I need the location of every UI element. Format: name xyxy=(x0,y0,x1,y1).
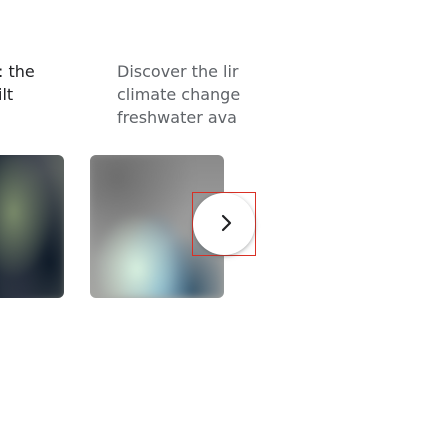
right-card-title-line-2: climate change xyxy=(117,85,241,104)
left-card-image-fill xyxy=(0,155,64,298)
right-card-title-line-3: freshwater ava xyxy=(117,108,237,127)
left-card-title-line-1: : the xyxy=(0,62,35,81)
carousel-next-button[interactable] xyxy=(192,192,256,256)
right-card-title[interactable]: Discover the lir climate change freshwat… xyxy=(117,60,277,129)
right-card-title-line-1: Discover the lir xyxy=(117,62,239,81)
page: : the ilt Discover the lir climate chang… xyxy=(0,0,448,448)
chevron-right-icon xyxy=(221,214,232,232)
left-card-image[interactable] xyxy=(0,155,64,298)
left-card-title[interactable]: : the ilt xyxy=(0,60,68,106)
left-card-title-line-2: ilt xyxy=(0,85,14,104)
